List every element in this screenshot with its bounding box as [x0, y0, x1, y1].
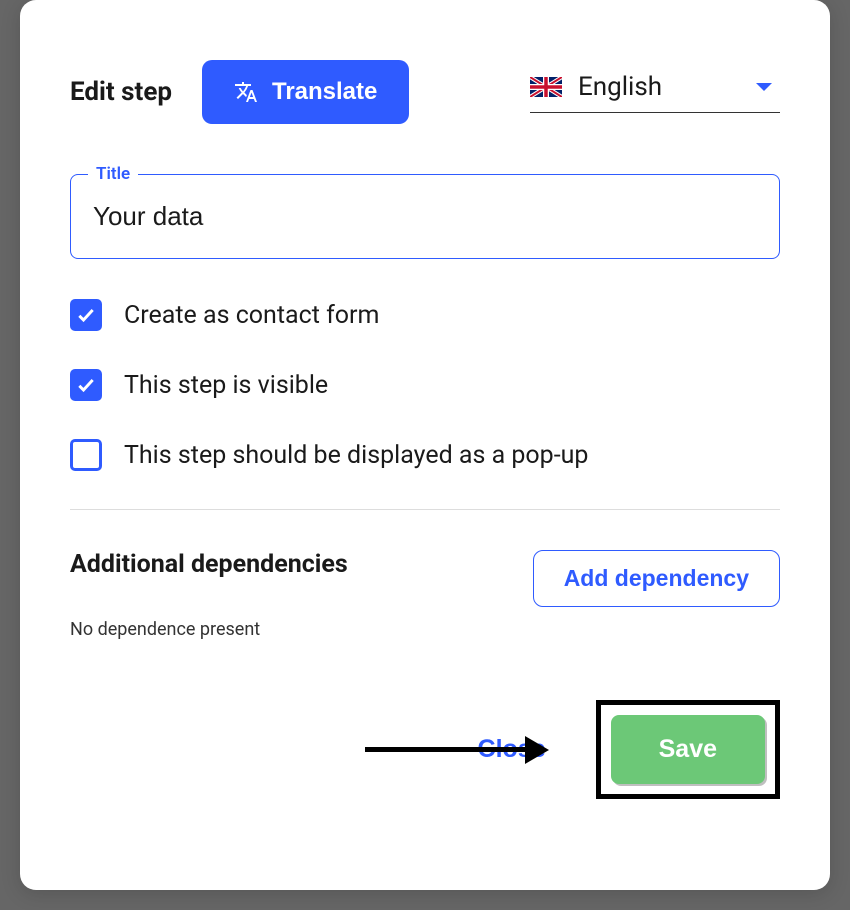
checkbox-row: Create as contact form [70, 299, 780, 331]
divider [70, 509, 780, 510]
checkbox-list: Create as contact form This step is visib… [70, 299, 780, 471]
checkbox-row: This step is visible [70, 369, 780, 401]
chevron-down-icon [756, 83, 772, 91]
add-dependency-button[interactable]: Add dependency [533, 550, 780, 607]
arrow-annotation-icon [365, 736, 549, 764]
language-selector[interactable]: English [530, 72, 780, 113]
save-button-highlight: Save [596, 700, 780, 799]
checkbox-label: This step should be displayed as a pop-u… [124, 441, 588, 470]
edit-step-modal: Edit step Translate English Title Create… [20, 0, 830, 890]
translate-button-label: Translate [272, 78, 377, 106]
checkbox[interactable] [70, 369, 102, 401]
checkbox[interactable] [70, 299, 102, 331]
uk-flag-icon [530, 77, 562, 97]
checkmark-icon [76, 305, 96, 325]
language-name: English [578, 72, 740, 102]
dependencies-heading: Additional dependencies [70, 550, 348, 579]
no-dependencies-text: No dependence present [70, 619, 780, 640]
checkbox-row: This step should be displayed as a pop-u… [70, 439, 780, 471]
title-field-wrapper: Title [70, 174, 780, 259]
translate-button[interactable]: Translate [202, 60, 409, 124]
checkmark-icon [76, 375, 96, 395]
title-field-label: Title [88, 164, 138, 184]
modal-footer: Close Save [70, 700, 780, 799]
checkbox-label: This step is visible [124, 371, 328, 400]
dependencies-header-row: Additional dependencies Add dependency [70, 550, 780, 607]
modal-header: Edit step Translate English [70, 60, 780, 124]
title-input[interactable] [70, 174, 780, 259]
translate-icon [234, 80, 258, 104]
modal-title: Edit step [70, 77, 172, 107]
checkbox[interactable] [70, 439, 102, 471]
checkbox-label: Create as contact form [124, 301, 379, 330]
save-button[interactable]: Save [611, 715, 765, 784]
